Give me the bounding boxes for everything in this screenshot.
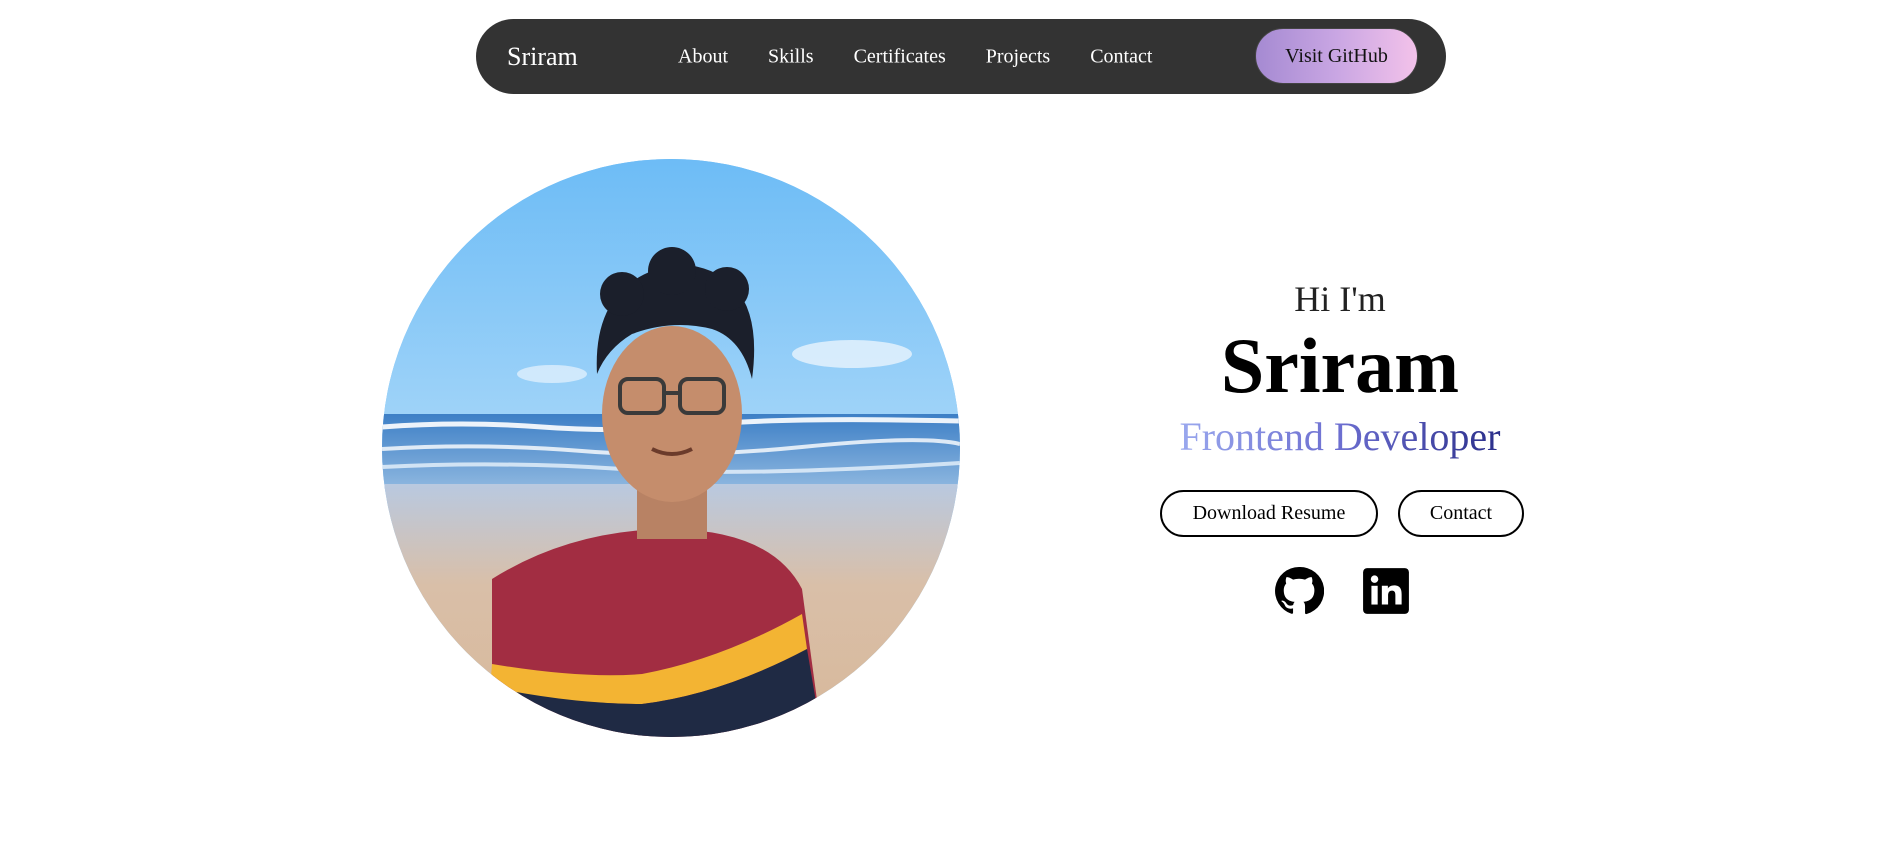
nav-link-certificates[interactable]: Certificates	[854, 45, 946, 68]
hero-intro: Hi I'm Sriram Frontend Developer	[1140, 275, 1540, 465]
nav-link-projects[interactable]: Projects	[986, 45, 1050, 68]
linkedin-icon[interactable]	[1361, 566, 1411, 616]
social-links	[1274, 566, 1411, 616]
profile-photo-illustration	[382, 159, 960, 737]
hero-name: Sriram	[1220, 322, 1460, 409]
profile-photo	[382, 159, 960, 737]
hero-buttons: Download Resume Contact	[1160, 490, 1524, 537]
contact-button[interactable]: Contact	[1398, 490, 1524, 537]
brand-logo[interactable]: Sriram	[507, 42, 578, 72]
visit-github-button[interactable]: Visit GitHub	[1255, 28, 1418, 84]
role-title: Frontend Developer	[1179, 409, 1500, 465]
greeting-text: Hi I'm	[1294, 279, 1386, 319]
nav-links: About Skills Certificates Projects Conta…	[678, 45, 1152, 68]
nav-link-skills[interactable]: Skills	[768, 45, 814, 68]
navbar: Sriram About Skills Certificates Project…	[476, 19, 1446, 94]
download-resume-button[interactable]: Download Resume	[1160, 490, 1378, 537]
nav-link-about[interactable]: About	[678, 45, 728, 68]
github-icon[interactable]	[1274, 566, 1324, 616]
nav-link-contact[interactable]: Contact	[1090, 45, 1152, 68]
